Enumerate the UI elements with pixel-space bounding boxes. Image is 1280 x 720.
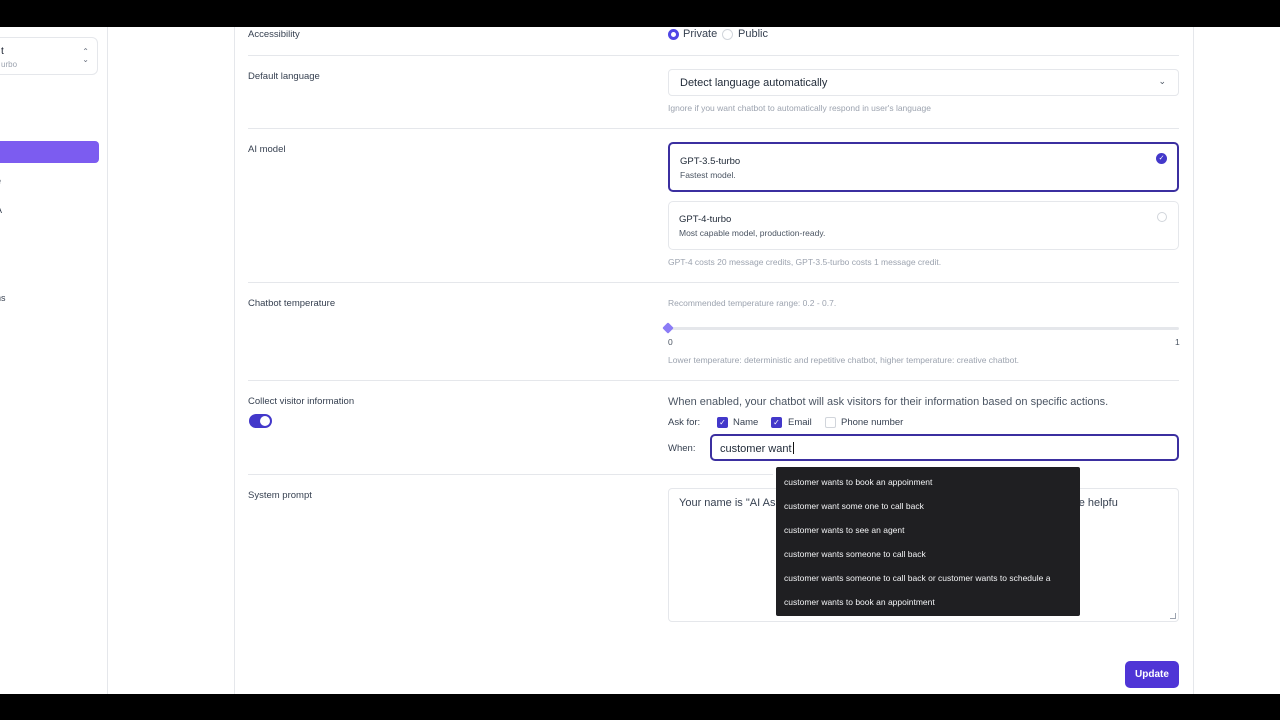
divider — [248, 55, 1179, 56]
phone-checkbox[interactable] — [825, 417, 836, 428]
private-radio[interactable] — [668, 29, 679, 40]
model-option-gpt35[interactable]: GPT-3.5-turbo Fastest model. ✓ — [668, 142, 1179, 192]
temperature-min-label: 0 — [668, 337, 673, 347]
language-select[interactable]: Detect language automatically ⌄ — [668, 69, 1179, 96]
suggestion-item[interactable]: customer wants someone to call back — [784, 549, 926, 559]
model-picker-title: t — [1, 46, 4, 57]
suggestion-item[interactable]: customer wants to book an appointment — [784, 597, 935, 607]
visitor-info-toggle[interactable] — [249, 414, 272, 428]
divider — [248, 474, 773, 475]
ask-for-label: Ask for: — [668, 417, 701, 428]
private-label[interactable]: Private — [683, 28, 717, 40]
autocomplete-dropdown: customer wants to book an appoinment cus… — [776, 467, 1080, 616]
language-help: Ignore if you want chatbot to automatica… — [668, 103, 931, 113]
model-name: GPT-3.5-turbo — [680, 156, 741, 167]
suggestion-item[interactable]: customer wants someone to call back or c… — [784, 573, 1050, 583]
divider — [248, 380, 1179, 381]
chevron-down-icon: ⌄ — [1158, 76, 1166, 86]
temperature-recommended: Recommended temperature range: 0.2 - 0.7… — [668, 298, 837, 308]
check-circle-icon: ✓ — [1156, 153, 1167, 164]
when-input-value: customer want — [720, 443, 792, 455]
email-checkbox-label[interactable]: Email — [788, 417, 812, 428]
accessibility-label: Accessibility — [248, 29, 300, 40]
model-desc: Most capable model, production-ready. — [679, 228, 826, 238]
toggle-knob — [260, 416, 270, 426]
default-language-label: Default language — [248, 71, 320, 82]
model-name: GPT-4-turbo — [679, 214, 732, 225]
empty-circle-icon — [1157, 212, 1167, 222]
update-button[interactable]: Update — [1125, 661, 1179, 688]
divider — [248, 282, 1179, 283]
language-select-value: Detect language automatically — [680, 77, 828, 89]
name-checkbox[interactable]: ✓ — [717, 417, 728, 428]
sidebar: t urbo ⌃⌄ e A ns — [0, 27, 108, 694]
divider — [248, 128, 1179, 129]
model-desc: Fastest model. — [680, 170, 736, 180]
visitor-info-description: When enabled, your chatbot will ask visi… — [668, 396, 1109, 408]
name-checkbox-label[interactable]: Name — [733, 417, 758, 428]
system-prompt-label: System prompt — [248, 490, 312, 501]
model-picker[interactable]: t urbo ⌃ ⌄ — [0, 37, 98, 75]
suggestion-item[interactable]: customer wants to see an agent — [784, 525, 905, 535]
sidebar-item-4[interactable]: ns — [0, 293, 6, 303]
text-caret — [792, 442, 794, 454]
ai-model-label: AI model — [248, 144, 286, 155]
when-input[interactable]: customer want — [710, 434, 1179, 461]
settings-screen: t urbo ⌃⌄ e A ns Accessibility Private P… — [0, 27, 1280, 694]
public-radio[interactable] — [722, 29, 733, 40]
chevron-up-down-icon: ⌃ ⌄ — [82, 47, 89, 64]
email-checkbox[interactable]: ✓ — [771, 417, 782, 428]
suggestion-item[interactable]: customer want some one to call back — [784, 501, 924, 511]
suggestion-item[interactable]: customer wants to book an appoinment — [784, 477, 932, 487]
temperature-help: Lower temperature: deterministic and rep… — [668, 355, 1020, 365]
model-picker-subtitle: urbo — [1, 60, 18, 69]
when-label: When: — [668, 443, 696, 454]
temperature-max-label: 1 — [1175, 337, 1180, 347]
temperature-slider-track[interactable] — [668, 327, 1179, 330]
resize-grip-icon[interactable] — [1170, 613, 1176, 619]
public-label[interactable]: Public — [738, 28, 768, 40]
sidebar-item-active[interactable] — [0, 141, 99, 163]
temperature-label: Chatbot temperature — [248, 298, 336, 309]
sidebar-item-1[interactable]: e — [0, 176, 1, 186]
phone-checkbox-label[interactable]: Phone number — [841, 417, 903, 428]
sidebar-item-2[interactable]: A — [0, 205, 2, 215]
visitor-info-label: Collect visitor information — [248, 396, 355, 407]
ai-model-help: GPT-4 costs 20 message credits, GPT-3.5-… — [668, 257, 942, 267]
model-option-gpt4[interactable]: GPT-4-turbo Most capable model, producti… — [668, 201, 1179, 250]
